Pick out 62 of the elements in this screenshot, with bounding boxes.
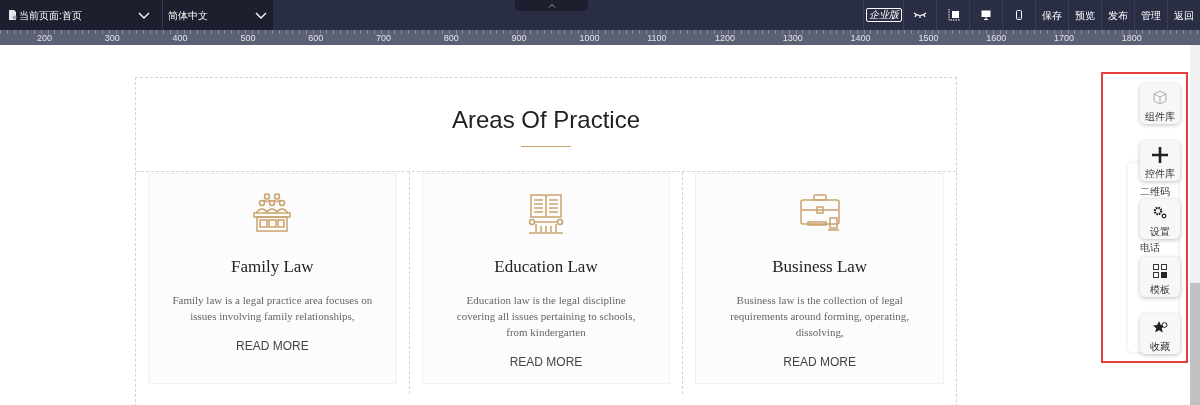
title-underline	[521, 146, 571, 147]
crop-icon[interactable]	[946, 8, 960, 22]
ruler-label: 600	[308, 33, 324, 43]
toolbar-button[interactable]: 发布	[1105, 0, 1131, 30]
card-title: Business Law	[772, 256, 868, 278]
cube-icon	[1153, 90, 1167, 105]
toolbar-button[interactable]: 返回	[1171, 0, 1197, 30]
chevron-down-icon	[255, 11, 267, 19]
plus-icon	[1151, 145, 1169, 164]
panel-tool-button[interactable]: 控件库	[1140, 141, 1180, 181]
desktop-icon[interactable]	[981, 10, 991, 20]
people-at-desk-icon	[252, 193, 293, 233]
language-label: 简体中文	[168, 8, 209, 23]
panel-tool-button[interactable]: 模板	[1140, 257, 1180, 297]
toolbar-button[interactable]: 预览	[1072, 0, 1098, 30]
language-selector[interactable]: 简体中文	[163, 0, 273, 30]
card-description: Business law is the collection of legal requirements around forming, operating, dissolving,	[729, 293, 910, 340]
panel-tool-button[interactable]: 设置	[1140, 199, 1180, 239]
ruler-label: 1100	[647, 33, 667, 43]
ruler-label: 1600	[986, 33, 1007, 43]
ruler-label: 1200	[715, 33, 736, 43]
ruler-label: 200	[37, 33, 53, 43]
ruler-label: 1700	[1054, 33, 1075, 43]
panel-label: 二维码	[1140, 186, 1170, 198]
gears-icon	[1153, 206, 1167, 219]
card-description: Education law is the legal discipline covering all issues pertaining to schools, from kindergarten	[455, 293, 637, 340]
mobile-icon[interactable]	[1016, 10, 1022, 20]
grid-icon	[1153, 263, 1167, 278]
toolbar-button[interactable]: 管理	[1138, 0, 1164, 30]
card-description: Family law is a legal practice area focuses on issues involving family relationships,	[172, 293, 373, 324]
ruler-label: 700	[376, 33, 392, 43]
star-icon	[1152, 320, 1168, 335]
scrollbar[interactable]	[1190, 45, 1200, 405]
edition-badge[interactable]: 企业版	[865, 8, 902, 22]
read-more-link[interactable]: READ MORE	[509, 353, 583, 371]
book-on-columns-icon	[528, 192, 564, 234]
card-title: Education Law	[494, 256, 598, 278]
ruler-label: 1400	[850, 33, 871, 43]
panel-tool-button[interactable]: 组件库	[1140, 84, 1180, 124]
ruler-label: 300	[104, 33, 120, 43]
panel-tool-button[interactable]: 收藏	[1140, 314, 1180, 354]
chevron-down-icon	[138, 11, 150, 19]
card-title: Family Law	[231, 256, 314, 278]
read-more-link[interactable]: READ MORE	[236, 337, 309, 355]
chevron-up-icon	[547, 3, 556, 8]
read-more-link[interactable]: READ MORE	[783, 353, 856, 371]
section-title: Areas Of Practice	[451, 105, 641, 135]
panel-label: 电话	[1140, 242, 1160, 254]
ruler-label: 1300	[782, 33, 803, 43]
page-icon	[8, 10, 17, 20]
scrollbar-thumb[interactable]	[1190, 283, 1200, 405]
ruler-label: 1000	[579, 33, 600, 43]
ruler-label: 400	[172, 33, 188, 43]
ruler-label: 500	[240, 33, 256, 43]
briefcase-with-gavel-icon	[799, 194, 840, 232]
ruler-label: 900	[511, 33, 527, 43]
ruler-label: 1800	[1121, 33, 1142, 43]
closed-eye-icon[interactable]	[913, 12, 927, 18]
toolbar-button[interactable]: 保存	[1039, 0, 1065, 30]
ruler-label: 800	[443, 33, 459, 43]
page-label: 当前页面:首页	[19, 8, 83, 23]
ruler-label: 1500	[918, 33, 939, 43]
